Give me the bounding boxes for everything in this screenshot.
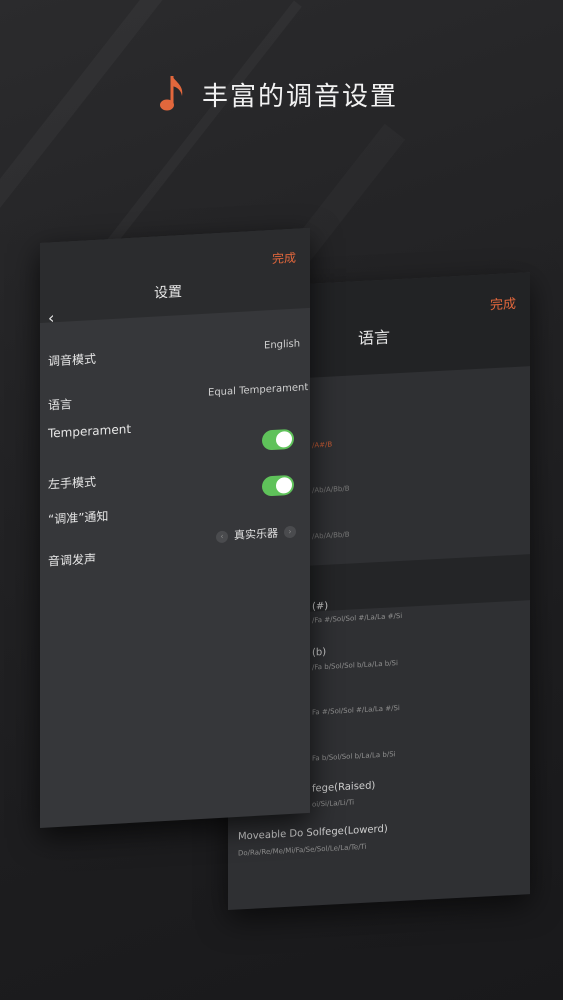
settings-header: 完成 设置 ‹: [40, 227, 310, 328]
temperament-toggle[interactable]: [262, 428, 294, 451]
done-button[interactable]: 完成: [490, 293, 516, 313]
previous-option-button[interactable]: ‹: [216, 530, 228, 544]
list-item-title[interactable]: fege(Raised): [312, 780, 375, 794]
setting-value-pitch-sound: 真实乐器: [234, 526, 278, 543]
list-item-subtitle: Do/Ra/Re/Me/Mi/Fa/Se/Sol/Le/La/Te/Ti: [238, 842, 367, 858]
headline: 丰富的调音设置: [158, 72, 398, 116]
toggle-knob: [276, 476, 292, 494]
background-streak: [0, 0, 233, 241]
list-item[interactable]: /Ab/A/Bb/B: [312, 485, 350, 495]
list-item-title[interactable]: Moveable Do Solfege(Lowerd): [238, 824, 388, 843]
left-hand-mode-toggle[interactable]: [262, 474, 294, 497]
list-item-subtitle: /Fa #/Sol/Sol #/La/La #/Si: [312, 611, 403, 625]
list-item-subtitle: Fa #/Sol/Sol #/La/La #/Si: [312, 703, 400, 717]
setting-value-language[interactable]: Equal Temperament: [208, 382, 308, 399]
setting-label-pitch-sound: 音调发声: [48, 551, 97, 569]
setting-label-tuned-notification: “调准”通知: [48, 509, 109, 527]
list-item[interactable]: /Ab/A/Bb/B: [312, 531, 350, 541]
list-item[interactable]: /A#/B: [312, 441, 332, 450]
list-item-title[interactable]: (b): [312, 647, 326, 659]
done-button[interactable]: 完成: [272, 249, 296, 267]
setting-label-temperament: Temperament: [48, 421, 132, 441]
headline-title: 丰富的调音设置: [202, 81, 399, 112]
settings-screen: 完成 设置 ‹ 调音模式 English 语言 Equal Temperamen…: [40, 227, 310, 828]
setting-label-language: 语言: [48, 397, 73, 413]
setting-label-left-hand-mode: 左手模式: [48, 474, 97, 492]
setting-label-tuning-mode: 调音模式: [48, 351, 97, 369]
list-item-subtitle: oi/Si/La/Li/Ti: [312, 798, 355, 809]
settings-title: 设置: [154, 284, 182, 302]
toggle-knob: [276, 430, 292, 448]
next-option-button[interactable]: ›: [284, 525, 296, 539]
language-title: 语言: [358, 327, 391, 349]
list-item-subtitle: Fa b/Sol/Sol b/La/La b/Si: [312, 750, 396, 763]
list-item-title[interactable]: (#): [312, 601, 328, 613]
setting-value-tuning-mode[interactable]: English: [264, 338, 300, 351]
chevron-left-icon[interactable]: ‹: [48, 308, 54, 327]
list-item-subtitle: /Fa b/Sol/Sol b/La/La b/Si: [312, 659, 398, 672]
music-note-icon: [160, 76, 183, 111]
